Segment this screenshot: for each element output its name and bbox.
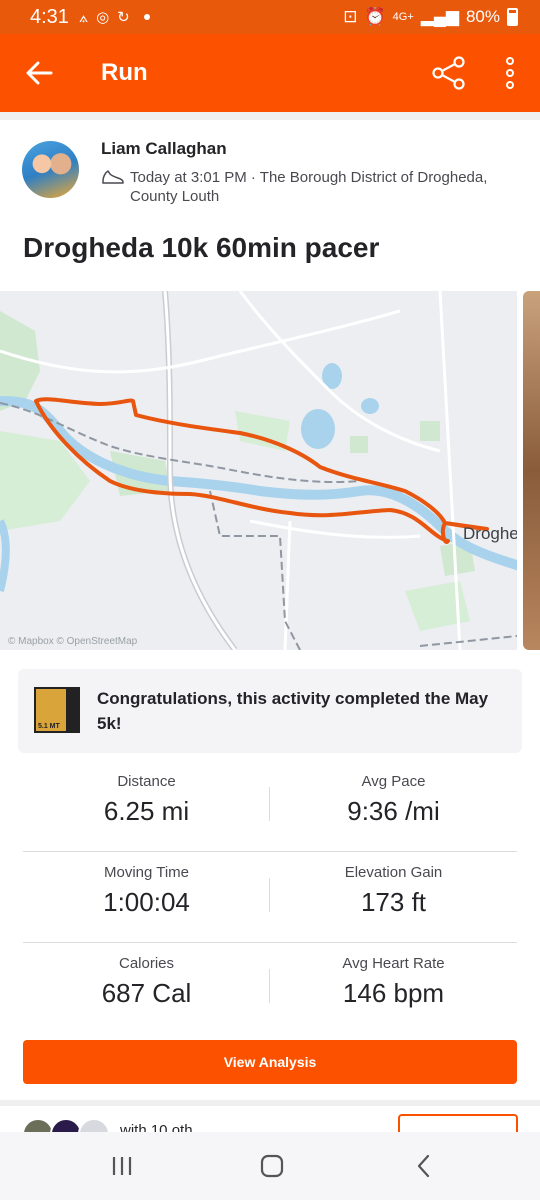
back-arrow-icon[interactable] xyxy=(24,58,54,88)
whatsapp-icon: ◎ xyxy=(96,9,110,26)
sync-icon: ⊡ xyxy=(343,7,358,26)
stats-grid: Distance 6.25 mi Avg Pace 9:36 /mi Movin… xyxy=(23,761,517,1034)
system-nav-bar xyxy=(0,1132,540,1200)
stat-value: 6.25 mi xyxy=(103,796,190,826)
stat-value: 173 ft xyxy=(360,887,427,917)
stat-distance: Distance 6.25 mi xyxy=(23,761,270,827)
stat-avg-pace: Avg Pace 9:36 /mi xyxy=(270,761,517,827)
stat-avg-heart-rate: Avg Heart Rate 146 bpm xyxy=(270,943,517,1009)
status-bar: 4:31 ⟑ ◎ ↻ ⊡ ⏰ 4G+ ▂▄▆ 80% xyxy=(0,0,540,34)
stat-label: Moving Time xyxy=(103,864,190,881)
stat-moving-time: Moving Time 1:00:04 xyxy=(23,852,270,918)
stat-label: Elevation Gain xyxy=(344,864,443,881)
stat-value: 687 Cal xyxy=(101,978,192,1008)
section-divider xyxy=(0,1100,540,1106)
stat-elevation-gain: Elevation Gain 173 ft xyxy=(270,852,517,918)
stat-row: Calories 687 Cal Avg Heart Rate 146 bpm xyxy=(23,943,517,1034)
avatar[interactable] xyxy=(22,1118,54,1132)
stat-label: Avg Pace xyxy=(361,773,426,790)
photo-carousel-peek[interactable] xyxy=(523,291,540,650)
header-divider xyxy=(0,112,540,120)
challenge-badge-icon: 5.1 MT xyxy=(34,687,80,733)
signal-icon: ▂▄▆ xyxy=(420,7,459,26)
more-notifications-dot xyxy=(143,14,150,20)
battery-percent: 80% xyxy=(465,7,500,26)
home-icon[interactable] xyxy=(258,1152,286,1180)
avatar[interactable] xyxy=(50,1118,82,1132)
achievement-text: Congratulations, this activity completed… xyxy=(97,689,489,733)
status-time: 4:31 xyxy=(30,5,69,28)
stat-row: Moving Time 1:00:04 Elevation Gain 173 f… xyxy=(23,852,517,943)
stat-label: Avg Heart Rate xyxy=(342,955,445,972)
stat-calories: Calories 687 Cal xyxy=(23,943,270,1009)
map-svg: Drogheda xyxy=(0,291,517,650)
group-activity-row[interactable]: with 10 oth xyxy=(0,1112,540,1132)
map-attribution[interactable]: © Mapbox © OpenStreetMap xyxy=(8,636,137,647)
stat-value: 9:36 /mi xyxy=(347,796,440,826)
strava-notification-icon: ⟑ xyxy=(78,8,89,26)
athlete-avatar[interactable] xyxy=(22,141,79,198)
stat-value: 1:00:04 xyxy=(103,887,190,917)
view-analysis-button[interactable]: View Analysis xyxy=(23,1040,517,1084)
route-map[interactable]: Drogheda xyxy=(0,291,517,650)
badge-text: 5.1 MT xyxy=(38,723,60,730)
stat-row: Distance 6.25 mi Avg Pace 9:36 /mi xyxy=(23,761,517,852)
group-activity-button[interactable] xyxy=(398,1114,518,1132)
battery-icon xyxy=(507,8,518,26)
notification-icons: ⟑ ◎ ↻ xyxy=(79,8,150,26)
recent-apps-icon[interactable] xyxy=(108,1152,136,1180)
activity-title: Drogheda 10k 60min pacer xyxy=(23,232,380,263)
achievement-card[interactable]: 5.1 MT Congratulations, this activity co… xyxy=(18,669,522,753)
stat-label: Distance xyxy=(117,773,176,790)
activity-meta: Today at 3:01 PM · The Borough District … xyxy=(130,169,488,205)
park-area xyxy=(350,436,368,453)
stat-label: Calories xyxy=(118,955,175,972)
stat-value: 146 bpm xyxy=(342,978,445,1008)
shoe-icon xyxy=(102,170,124,184)
refresh-icon: ↻ xyxy=(117,9,130,26)
share-icon[interactable] xyxy=(432,56,466,90)
lake xyxy=(301,409,335,449)
group-activity-text: with 10 oth xyxy=(120,1122,193,1132)
back-nav-icon[interactable] xyxy=(410,1152,438,1180)
lake xyxy=(361,398,379,414)
app-bar: Run xyxy=(0,34,540,112)
more-options-icon[interactable] xyxy=(500,56,520,90)
town-label: Drogheda xyxy=(463,524,517,543)
network-label: 4G+ xyxy=(392,11,414,23)
avatar[interactable] xyxy=(78,1118,110,1132)
page-title: Run xyxy=(101,59,148,86)
status-right: ⊡ ⏰ 4G+ ▂▄▆ 80% xyxy=(343,7,518,27)
park-area xyxy=(420,421,440,441)
alarm-icon: ⏰ xyxy=(364,7,386,26)
athlete-name[interactable]: Liam Callaghan xyxy=(101,139,227,159)
